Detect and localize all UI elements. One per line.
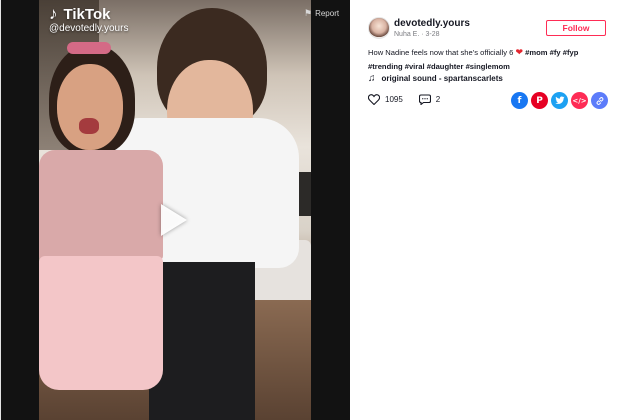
- comment-stat[interactable]: 2: [418, 94, 441, 105]
- embed-share-button[interactable]: </>: [571, 92, 588, 109]
- tiktok-note-icon: ♪: [49, 4, 58, 23]
- music-link[interactable]: ♫ original sound - spartanscarlets: [368, 73, 503, 84]
- hashtag[interactable]: #trending: [368, 62, 403, 71]
- hashtag[interactable]: #fy: [550, 48, 561, 57]
- girl-mouth: [79, 118, 99, 134]
- comment-icon: [418, 94, 431, 105]
- info-panel: devotedly.yours Nuha E. · 3-28 Follow Ho…: [350, 0, 620, 420]
- tiktok-logo[interactable]: ♪ TikTok: [49, 4, 110, 24]
- follow-button[interactable]: Follow: [546, 20, 606, 36]
- copy-link-button[interactable]: [591, 92, 608, 109]
- music-note-icon: ♫: [368, 73, 376, 84]
- author-username[interactable]: devotedly.yours: [394, 18, 470, 29]
- facebook-share-button[interactable]: f: [511, 92, 528, 109]
- hashtag[interactable]: #viral: [405, 62, 425, 71]
- hashtag[interactable]: #daughter: [427, 62, 464, 71]
- video-handle: @devotedly.yours: [49, 23, 129, 34]
- girl-skirt: [39, 256, 163, 390]
- facebook-icon: f: [517, 95, 522, 106]
- author-display-name: Nuha E.: [394, 31, 420, 38]
- avatar[interactable]: [368, 17, 390, 39]
- comment-count: 2: [435, 95, 441, 104]
- pinterest-icon: P: [536, 95, 543, 106]
- video-player[interactable]: ♪ TikTok @devotedly.yours ⚑ Report: [1, 0, 350, 420]
- heart-emoji-icon: ❤: [515, 47, 524, 57]
- twitter-share-button[interactable]: [551, 92, 568, 109]
- link-icon: [596, 96, 603, 105]
- girl-headband: [67, 42, 111, 54]
- girl-face: [57, 64, 123, 150]
- hashtag[interactable]: #singlemom: [466, 62, 510, 71]
- embed-code-icon: </>: [572, 96, 587, 105]
- report-label: Report: [315, 9, 340, 18]
- hashtag[interactable]: #mom: [525, 48, 547, 57]
- pinterest-share-button[interactable]: P: [531, 92, 548, 109]
- heart-icon: [368, 94, 380, 105]
- share-buttons: f P </>: [511, 92, 608, 109]
- hashtag[interactable]: #fyp: [563, 48, 579, 57]
- flag-icon: ⚑: [304, 8, 313, 18]
- music-label: original sound - spartanscarlets: [381, 74, 503, 83]
- black-leggings: [149, 262, 255, 420]
- post-date: 3-28: [425, 31, 440, 38]
- caption: How Nadine feels now that she’s official…: [368, 45, 608, 74]
- like-count: 1095: [385, 95, 403, 104]
- twitter-icon: [554, 96, 565, 104]
- author-subline: Nuha E. · 3-28: [394, 31, 440, 38]
- girl-top: [39, 150, 163, 260]
- tiktok-brand-text: TikTok: [63, 5, 111, 23]
- play-icon[interactable]: [161, 204, 187, 236]
- tiktok-embed: ♪ TikTok @devotedly.yours ⚑ Report devot…: [0, 0, 620, 420]
- report-button[interactable]: ⚑ Report: [304, 8, 339, 19]
- stats-row: 1095 2: [368, 94, 456, 105]
- caption-text: How Nadine feels now that she’s official…: [368, 48, 514, 57]
- like-stat[interactable]: 1095: [368, 94, 403, 105]
